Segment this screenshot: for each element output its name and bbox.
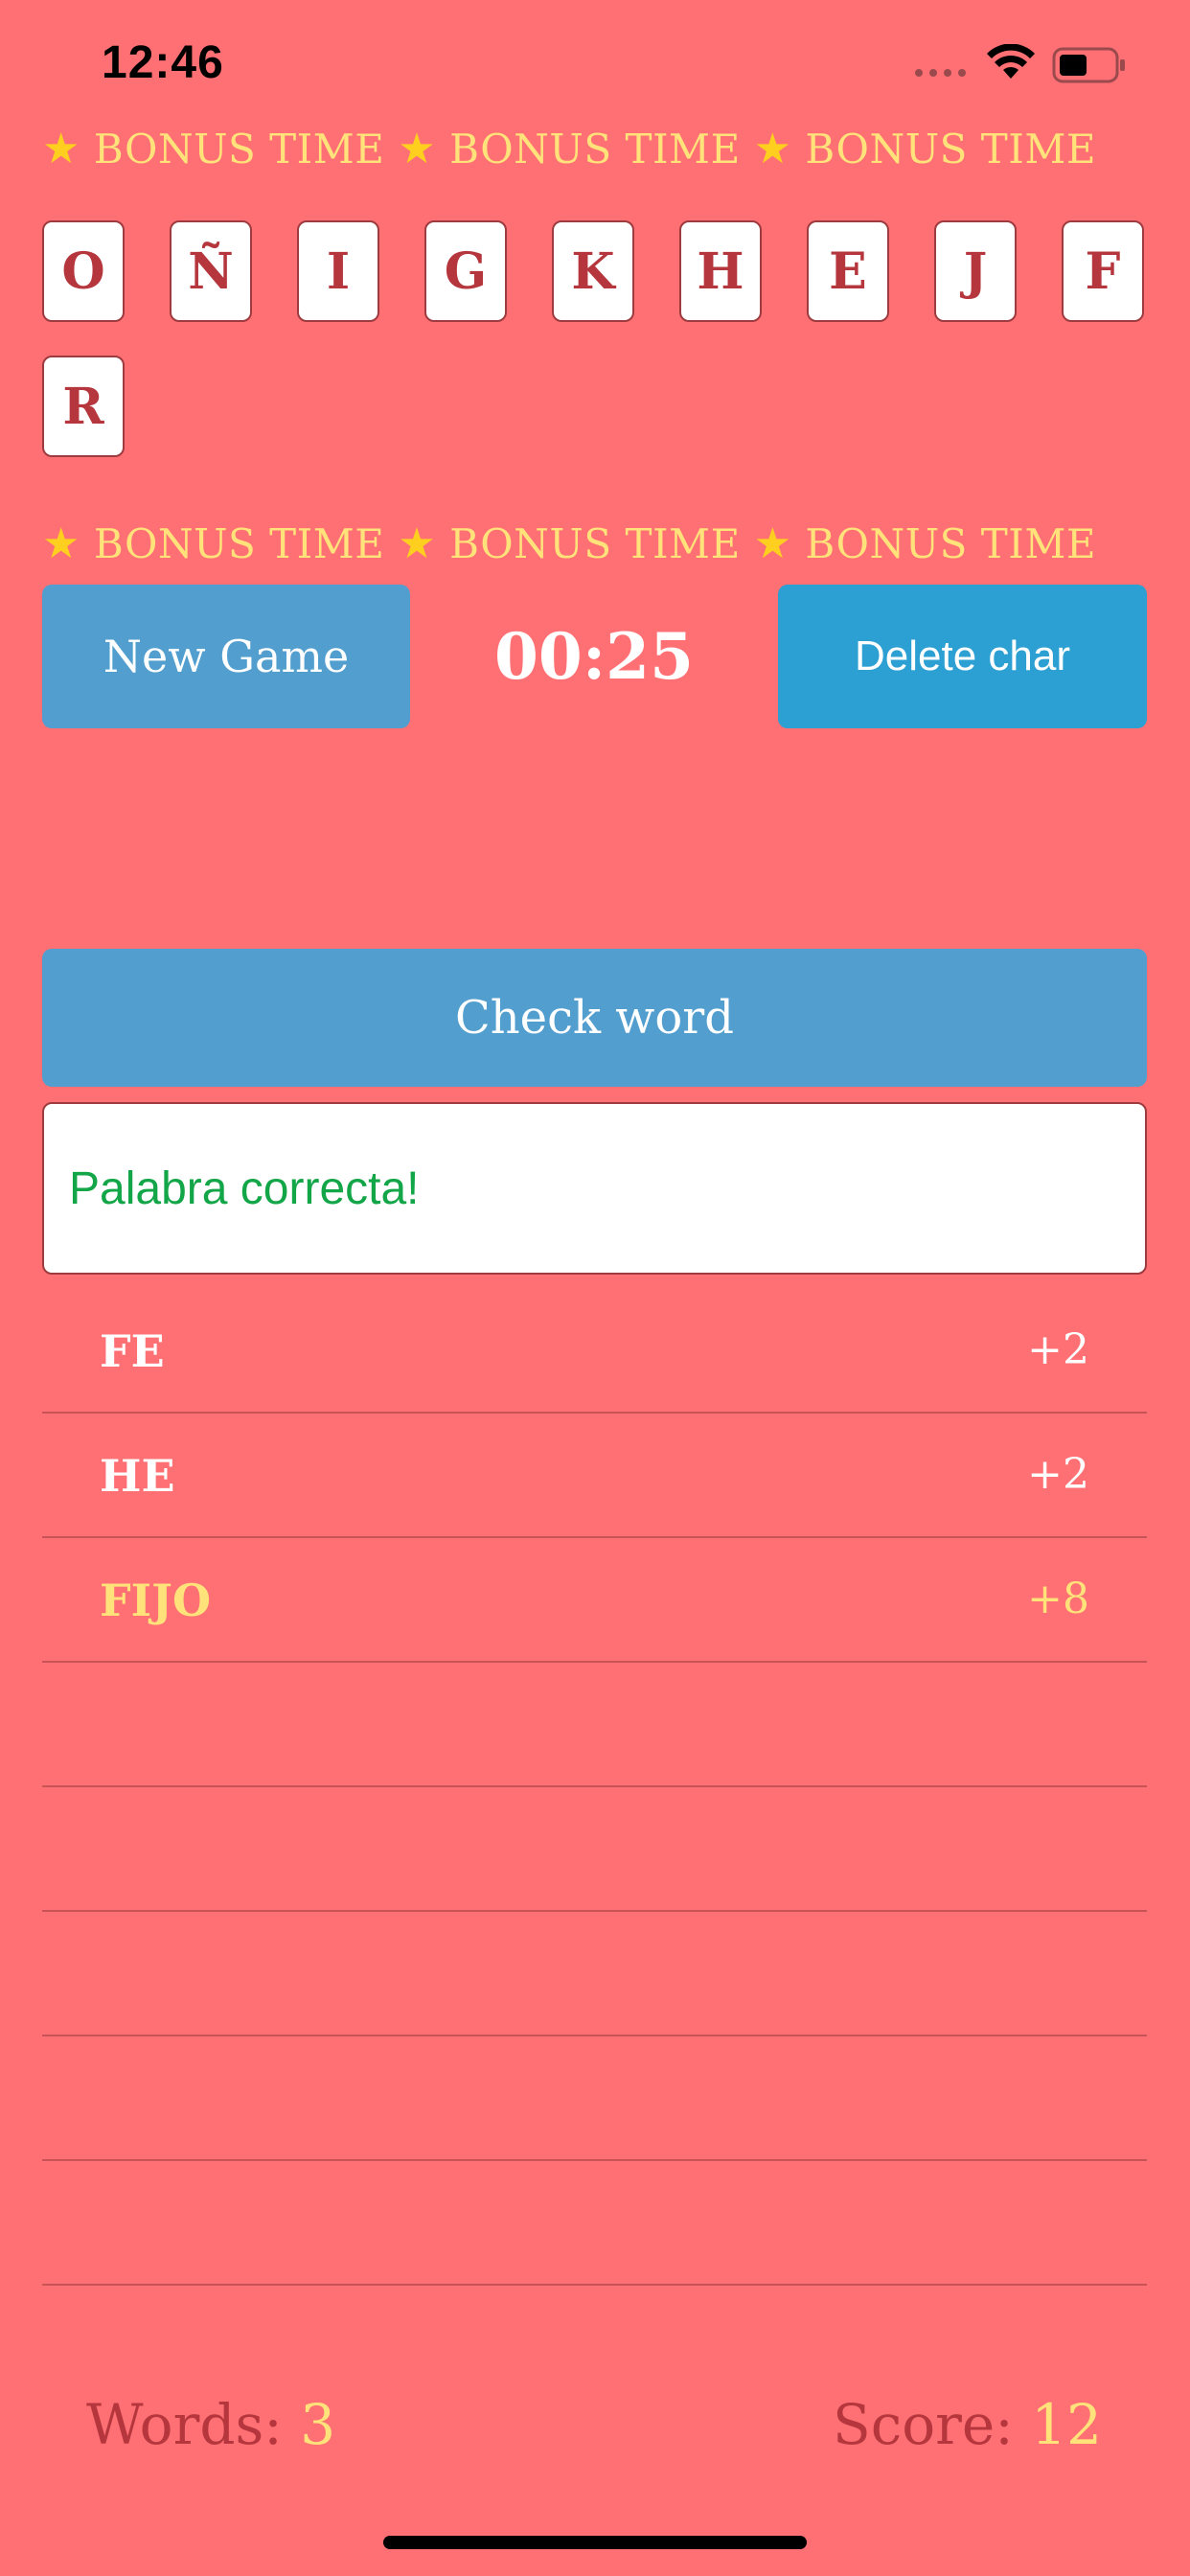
list-item-empty bbox=[42, 2161, 1147, 2286]
list-item: HE +2 bbox=[42, 1414, 1147, 1538]
star-icon: ★ bbox=[42, 519, 80, 568]
word-points: +8 bbox=[1027, 1575, 1089, 1623]
list-item: FE +2 bbox=[42, 1289, 1147, 1414]
new-game-button[interactable]: New Game bbox=[42, 585, 410, 728]
letter-tile[interactable]: I bbox=[297, 220, 379, 322]
list-item-empty bbox=[42, 1787, 1147, 1912]
score-value: 12 bbox=[1031, 2392, 1102, 2457]
bonus-banner-bottom: ★ BONUS TIME ★ BONUS TIME ★ BONUS TIME bbox=[42, 519, 1096, 568]
letter-tile[interactable]: G bbox=[424, 220, 507, 322]
letter-tile[interactable]: J bbox=[934, 220, 1017, 322]
bonus-text: BONUS TIME bbox=[449, 126, 741, 172]
result-message: Palabra correcta! bbox=[69, 1162, 420, 1214]
letter-tile[interactable]: O bbox=[42, 220, 125, 322]
delete-char-button[interactable]: Delete char bbox=[778, 585, 1147, 728]
words-label: Words: bbox=[86, 2392, 283, 2457]
word-text: HE bbox=[100, 1450, 175, 1502]
star-icon: ★ bbox=[42, 125, 80, 173]
bonus-text: BONUS TIME bbox=[449, 520, 741, 567]
word-points: +2 bbox=[1027, 1325, 1089, 1374]
list-item-empty bbox=[42, 1912, 1147, 2036]
words-count: Words: 3 bbox=[86, 2392, 335, 2457]
letter-tile[interactable]: R bbox=[42, 356, 125, 457]
star-icon: ★ bbox=[398, 519, 437, 568]
list-item-empty bbox=[42, 2036, 1147, 2161]
bonus-banner-top: ★ BONUS TIME ★ BONUS TIME ★ BONUS TIME bbox=[42, 125, 1096, 173]
letter-tile[interactable]: Ñ bbox=[170, 220, 252, 322]
word-list: FE +2 HE +2 FIJO +8 bbox=[42, 1289, 1147, 2286]
check-word-button[interactable]: Check word bbox=[42, 949, 1147, 1087]
list-item: FIJO +8 bbox=[42, 1538, 1147, 1663]
word-text: FE bbox=[100, 1325, 165, 1377]
letter-tile[interactable]: E bbox=[807, 220, 889, 322]
bonus-text: BONUS TIME bbox=[93, 520, 385, 567]
words-value: 3 bbox=[300, 2392, 336, 2457]
status-time: 12:46 bbox=[102, 37, 224, 88]
star-icon: ★ bbox=[753, 519, 792, 568]
word-text: FIJO bbox=[100, 1575, 212, 1626]
home-indicator[interactable] bbox=[383, 2536, 807, 2549]
word-points: +2 bbox=[1027, 1450, 1089, 1499]
score-count: Score: 12 bbox=[833, 2392, 1102, 2457]
battery-icon bbox=[1052, 46, 1129, 88]
word-input-field[interactable]: Palabra correcta! bbox=[42, 1102, 1147, 1275]
bonus-text: BONUS TIME bbox=[805, 520, 1097, 567]
bonus-text: BONUS TIME bbox=[93, 126, 385, 172]
star-icon: ★ bbox=[753, 125, 792, 173]
letter-tile[interactable]: H bbox=[679, 220, 762, 322]
list-item-empty bbox=[42, 1663, 1147, 1787]
wifi-icon bbox=[987, 43, 1035, 84]
game-timer: 00:25 bbox=[493, 619, 695, 694]
score-label: Score: bbox=[833, 2392, 1014, 2457]
star-icon: ★ bbox=[398, 125, 437, 173]
letter-tile[interactable]: F bbox=[1062, 220, 1144, 322]
cellular-signal-icon bbox=[915, 69, 966, 77]
letter-tile[interactable]: K bbox=[552, 220, 634, 322]
bonus-text: BONUS TIME bbox=[805, 126, 1097, 172]
